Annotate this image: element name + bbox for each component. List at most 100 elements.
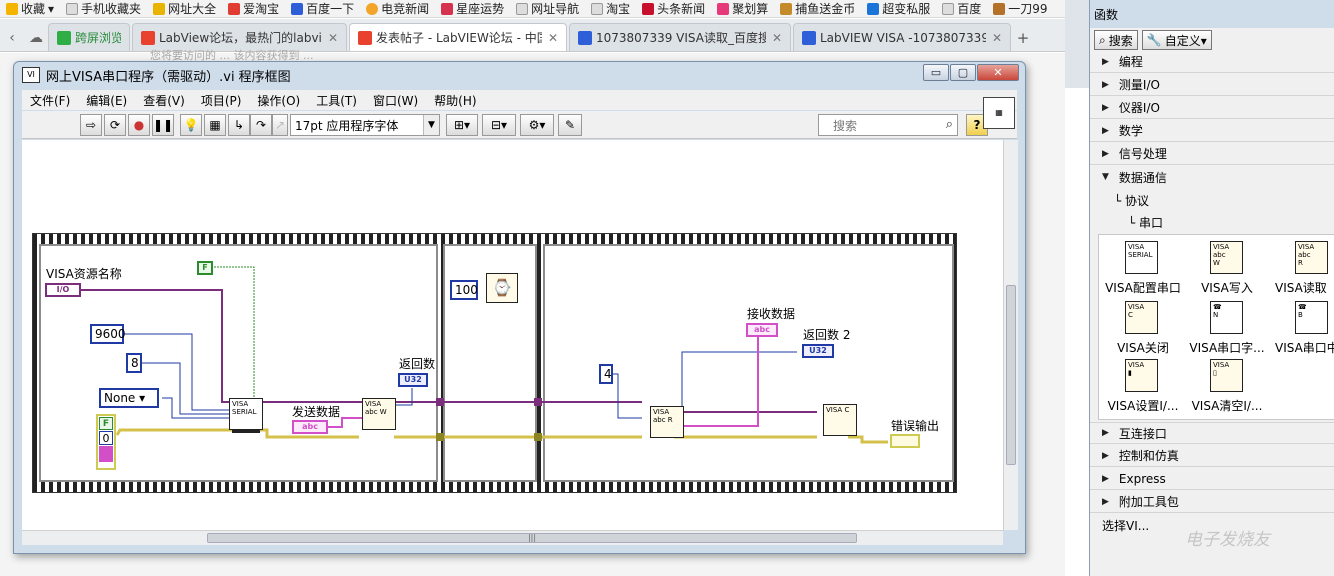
- palette-item-label[interactable]: VISA清空I/...: [1183, 397, 1271, 414]
- category-express[interactable]: ▶ Express: [1090, 468, 1334, 490]
- category-math[interactable]: ▶ 数学: [1090, 120, 1334, 142]
- favorite-item[interactable]: 淘宝: [585, 0, 636, 17]
- visa-write-node[interactable]: VISA abc W: [362, 398, 396, 430]
- browser-tab[interactable]: LabVIEW VISA -1073807339 ✕: [793, 23, 1011, 51]
- browser-tab[interactable]: 1073807339 VISA读取_百度搜 ✕: [569, 23, 791, 51]
- maximize-button[interactable]: ▢: [950, 64, 976, 81]
- distribute-objects-icon[interactable]: ⊟▾: [482, 114, 516, 136]
- favorite-item[interactable]: 电竞新闻: [360, 0, 435, 17]
- scroll-thumb[interactable]: |||: [207, 533, 857, 543]
- menu-tools[interactable]: 工具(T): [308, 92, 365, 109]
- visa-configure-serial-icon[interactable]: VISA SERIAL: [1125, 241, 1158, 274]
- horizontal-scrollbar[interactable]: |||: [22, 530, 1003, 545]
- visa-resource-control[interactable]: I/O: [45, 283, 81, 297]
- front-panel-window-edge[interactable]: [1065, 0, 1090, 88]
- close-icon[interactable]: ✕: [548, 31, 558, 45]
- close-icon[interactable]: ✕: [772, 31, 782, 45]
- window-titlebar[interactable]: VI 网上VISA串口程序（需驱动）.vi 程序框图: [14, 62, 1025, 88]
- retain-wire-values-icon[interactable]: ▦: [204, 114, 226, 136]
- reorder-icon[interactable]: ⚙▾: [520, 114, 554, 136]
- step-over-icon[interactable]: ↷: [250, 114, 272, 136]
- visa-set-io-buffer-icon[interactable]: VISA ▮: [1125, 359, 1158, 392]
- error-cluster-constant[interactable]: F 0: [96, 414, 116, 470]
- category-data-communication[interactable]: ▼ 数据通信: [1090, 166, 1334, 188]
- palette-item-label[interactable]: VISA关闭: [1099, 339, 1187, 356]
- favorite-item[interactable]: 收藏 ▾: [0, 0, 60, 17]
- favorite-item[interactable]: 爱淘宝: [222, 0, 285, 17]
- close-icon[interactable]: ✕: [328, 31, 338, 45]
- visa-bytes-at-port-icon[interactable]: ☎ N: [1210, 301, 1243, 334]
- diagram-canvas[interactable]: VISA资源名称 I/O F 9600 8 None ▾ F 0 VISA SE…: [22, 140, 1003, 530]
- category-control-simulation[interactable]: ▶ 控制和仿真: [1090, 445, 1334, 467]
- palette-search-button[interactable]: ⌕ 搜索: [1094, 30, 1138, 50]
- favorite-item[interactable]: 网址大全: [147, 0, 222, 17]
- favorite-item[interactable]: 头条新闻: [636, 0, 711, 17]
- abort-icon[interactable]: ●: [128, 114, 150, 136]
- palette-item-label[interactable]: VISA写入: [1183, 279, 1271, 296]
- visa-read-node[interactable]: VISA abc R: [650, 406, 684, 438]
- align-objects-icon[interactable]: ⊞▾: [446, 114, 478, 136]
- close-button[interactable]: ✕: [977, 64, 1019, 81]
- menu-window[interactable]: 窗口(W): [365, 92, 426, 109]
- visa-wire[interactable]: [65, 289, 229, 403]
- cleanup-diagram-icon[interactable]: ✎: [558, 114, 582, 136]
- font-select[interactable]: 17pt 应用程序字体 ▼: [290, 114, 440, 136]
- category-measurement-io[interactable]: ▶ 测量I/O: [1090, 74, 1334, 96]
- connector-pane-icon[interactable]: ▦: [983, 97, 1015, 129]
- visa-configure-serial-node[interactable]: VISA SERIAL: [229, 398, 263, 433]
- error-wire[interactable]: [848, 435, 888, 444]
- search-input[interactable]: 搜索 ⌕: [818, 114, 958, 136]
- visa-write-icon[interactable]: VISA abc W: [1210, 241, 1243, 274]
- run-icon[interactable]: ⇨: [80, 114, 102, 136]
- subcategory-serial[interactable]: └ 串口: [1128, 214, 1163, 231]
- palette-item-label[interactable]: VISA设置I/...: [1099, 397, 1187, 414]
- palette-item-label[interactable]: VISA配置串口: [1099, 279, 1187, 296]
- step-into-icon[interactable]: ↳: [228, 114, 250, 136]
- palette-customize-button[interactable]: 🔧 自定义▾: [1141, 30, 1212, 50]
- bool-wire[interactable]: [202, 266, 255, 402]
- favorite-item[interactable]: 百度一下: [285, 0, 360, 17]
- read-count-wire[interactable]: [612, 373, 642, 419]
- visa-flush-io-buffer-icon[interactable]: VISA ▯: [1210, 359, 1243, 392]
- favorite-item[interactable]: 星座运势: [435, 0, 510, 17]
- data-bits-constant[interactable]: 8: [126, 353, 142, 373]
- palette-item-label[interactable]: VISA串口中...: [1269, 339, 1334, 356]
- favorite-item[interactable]: 聚划算: [711, 0, 774, 17]
- category-addons[interactable]: ▶ 附加工具包: [1090, 491, 1334, 513]
- browser-tab[interactable]: 跨屏浏览: [48, 23, 130, 51]
- vertical-scrollbar[interactable]: [1003, 140, 1018, 530]
- byte-count-constant[interactable]: 4: [599, 364, 613, 384]
- favorite-item[interactable]: 百度: [936, 0, 987, 17]
- visa-read-icon[interactable]: VISA abc R: [1295, 241, 1328, 274]
- scroll-thumb[interactable]: [1006, 285, 1016, 465]
- send-data-control[interactable]: abc: [292, 420, 328, 434]
- category-instrument-io[interactable]: ▶ 仪器I/O: [1090, 97, 1334, 119]
- palette-title[interactable]: 函数: [1090, 0, 1334, 28]
- cloud-icon[interactable]: ☁: [24, 25, 48, 51]
- count2-wire[interactable]: [674, 351, 797, 419]
- menu-edit[interactable]: 编辑(E): [78, 92, 135, 109]
- new-tab-icon[interactable]: +: [1013, 25, 1033, 51]
- visa-serial-break-icon[interactable]: ☎ B: [1295, 301, 1328, 334]
- false-constant[interactable]: F: [197, 261, 213, 275]
- category-signal-processing[interactable]: ▶ 信号处理: [1090, 143, 1334, 165]
- back-icon[interactable]: ‹: [0, 25, 24, 51]
- minimize-button[interactable]: ▭: [923, 64, 949, 81]
- wait-ms-clock-icon[interactable]: ⌚: [486, 273, 518, 303]
- step-out-icon[interactable]: ↗: [272, 114, 288, 136]
- browser-tab-active[interactable]: 发表帖子 - LabVIEW论坛 - 中国 ✕: [349, 23, 567, 51]
- close-icon[interactable]: ✕: [992, 31, 1002, 45]
- highlight-execution-icon[interactable]: 💡: [180, 114, 202, 136]
- menu-project[interactable]: 项目(P): [193, 92, 250, 109]
- favorite-item[interactable]: 网址导航: [510, 0, 585, 17]
- palette-item-label[interactable]: VISA读取: [1269, 279, 1334, 296]
- visa-close-icon[interactable]: VISA C: [1125, 301, 1158, 334]
- subcategory-protocol[interactable]: └ 协议: [1114, 192, 1149, 209]
- parity-wire[interactable]: [162, 397, 229, 419]
- wait-ms-constant[interactable]: 100: [450, 280, 478, 300]
- baud-rate-constant[interactable]: 9600: [90, 324, 126, 344]
- pause-icon[interactable]: ❚❚: [152, 114, 174, 136]
- palette-item-label[interactable]: VISA串口字...: [1183, 339, 1271, 356]
- menu-view[interactable]: 查看(V): [135, 92, 193, 109]
- category-connectivity[interactable]: ▶ 互连接口: [1090, 422, 1334, 444]
